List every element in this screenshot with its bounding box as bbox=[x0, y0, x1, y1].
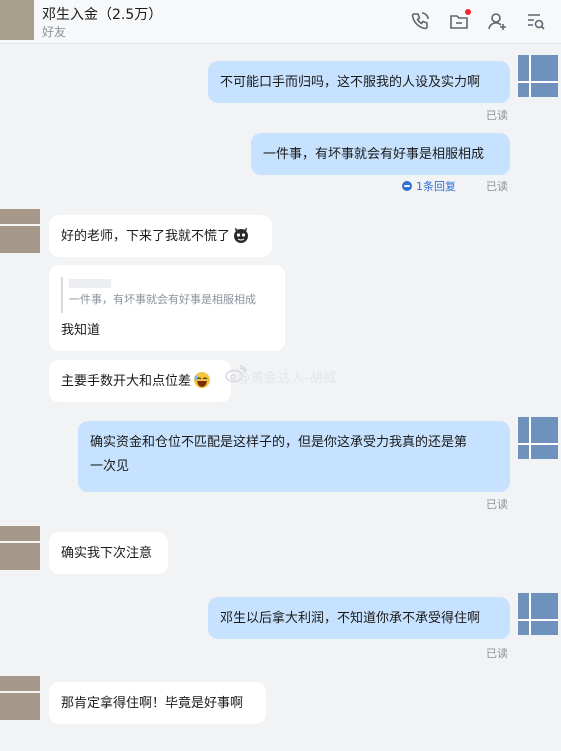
watermark-text: @黄金达人-胡威 bbox=[237, 371, 337, 386]
message-text: 一件事，有坏事就会有好事是相服相成 bbox=[263, 147, 485, 162]
quoted-message-bubble[interactable]: 一件事，有坏事就会有好事是相服相成 我知道 bbox=[49, 265, 285, 351]
my-avatar[interactable] bbox=[518, 417, 558, 459]
message-text: 那肯定拿得住啊！毕竟是好事啊 bbox=[61, 696, 244, 711]
reply-icon bbox=[402, 181, 412, 191]
quote-bar bbox=[61, 277, 63, 313]
folder-icon[interactable] bbox=[448, 9, 471, 32]
contact-avatar[interactable] bbox=[0, 0, 34, 40]
contact-relation: 好友 bbox=[42, 25, 67, 39]
message-bubble[interactable]: 确实我下次注意 bbox=[49, 532, 168, 574]
contact-avatar[interactable] bbox=[0, 526, 40, 570]
message-bubble[interactable]: 好的老师，下来了我就不慌了 bbox=[49, 215, 272, 257]
message-text: 我知道 bbox=[61, 323, 101, 338]
read-status: 已读 bbox=[486, 498, 508, 511]
message-text: 不可能口手而归吗，这不服我的人设及实力啊 bbox=[220, 75, 481, 90]
message-text: 邓生以后拿大利润，不知道你承不承受得住啊 bbox=[220, 611, 481, 626]
message-bubble[interactable]: 确实资金和仓位不匹配是这样子的，但是你这承受力我真的还是第 一次见 bbox=[78, 421, 510, 492]
quote-sender-placeholder bbox=[69, 279, 111, 288]
phone-icon[interactable] bbox=[409, 10, 431, 32]
quoted-text[interactable]: 一件事，有坏事就会有好事是相服相成 bbox=[69, 292, 256, 308]
message-bubble[interactable]: 邓生以后拿大利润，不知道你承不承受得住啊 bbox=[208, 597, 510, 639]
message-text-line-2: 一次见 bbox=[90, 459, 130, 474]
message-bubble[interactable]: 不可能口手而归吗，这不服我的人设及实力啊 bbox=[208, 61, 510, 103]
message-bubble[interactable]: 主要手数开大和点位差 bbox=[49, 360, 231, 402]
contact-name[interactable]: 邓生入金（2.5万） bbox=[42, 4, 162, 24]
read-status: 已读 bbox=[486, 647, 508, 660]
message-bubble[interactable]: 那肯定拿得住啊！毕竟是好事啊 bbox=[49, 682, 266, 724]
header-toolbar bbox=[389, 9, 561, 34]
notification-dot bbox=[465, 9, 471, 15]
reply-count-link[interactable]: 1条回复 bbox=[402, 178, 456, 194]
message-text: 主要手数开大和点位差 bbox=[61, 374, 192, 389]
message-text-line-1: 确实资金和仓位不匹配是这样子的，但是你这承受力我真的还是第 bbox=[90, 435, 468, 450]
add-friend-icon[interactable] bbox=[486, 10, 508, 32]
message-text: 确实我下次注意 bbox=[61, 546, 153, 561]
chat-header: 邓生入金（2.5万） 好友 bbox=[0, 0, 561, 44]
message-text: 好的老师，下来了我就不慌了 bbox=[61, 229, 231, 244]
my-avatar[interactable] bbox=[518, 55, 558, 97]
read-status: 已读 bbox=[486, 109, 508, 122]
reply-count: 1条回复 bbox=[416, 180, 456, 193]
contact-avatar[interactable] bbox=[0, 209, 40, 253]
my-avatar[interactable] bbox=[518, 593, 558, 635]
laughing-emoji-icon bbox=[193, 371, 211, 389]
devil-emoji-icon bbox=[232, 226, 250, 244]
read-status: 已读 bbox=[486, 180, 508, 193]
message-bubble[interactable]: 一件事，有坏事就会有好事是相服相成 bbox=[251, 133, 510, 175]
contact-avatar[interactable] bbox=[0, 676, 40, 720]
search-chat-icon[interactable] bbox=[524, 10, 546, 32]
